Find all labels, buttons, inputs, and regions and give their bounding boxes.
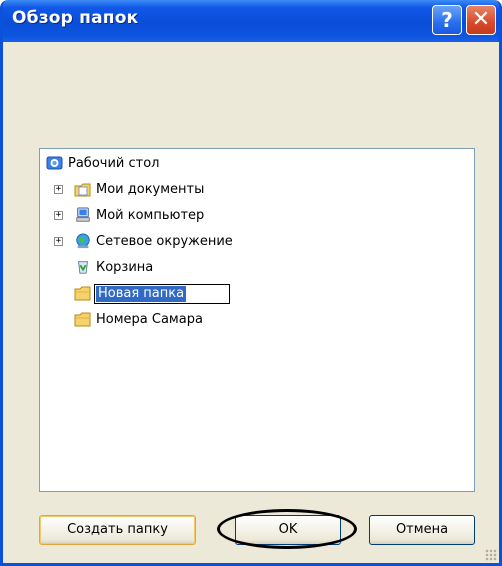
browse-folders-dialog: Обзор папок ? ✕ Рабочий стол + Мои докум… (0, 0, 502, 566)
resize-grip-icon[interactable] (485, 549, 497, 561)
expand-icon[interactable]: + (54, 185, 63, 194)
my-documents-icon (74, 183, 91, 197)
close-button[interactable]: ✕ (466, 5, 496, 35)
expand-icon[interactable]: + (54, 211, 63, 220)
dialog-title: Обзор папок (12, 8, 139, 28)
folder-icon (74, 312, 91, 327)
expand-icon[interactable]: + (54, 237, 63, 246)
tree-item-label: Рабочий стол (68, 156, 160, 171)
tree-item-label: Мои документы (96, 182, 205, 197)
tree-item-label: Сетевое окружение (96, 234, 233, 249)
tree-item-new-folder[interactable]: Новая папка (44, 283, 244, 305)
close-icon: ✕ (471, 7, 491, 32)
tree-item-label: Мой компьютер (96, 208, 205, 223)
cancel-button[interactable]: Отмена (369, 515, 475, 545)
tree-item-recycle-bin[interactable]: Корзина (44, 257, 244, 279)
title-bar[interactable]: Обзор папок ? ✕ (3, 0, 499, 42)
tree-item-network[interactable]: + Сетевое окружение (44, 231, 284, 253)
tree-item-my-documents[interactable]: + Мои документы (44, 179, 264, 201)
tree-item-my-computer[interactable]: + Мой компьютер (44, 205, 264, 227)
tree-item-samara-numbers[interactable]: Номера Самара (44, 309, 264, 331)
recycle-bin-icon (78, 261, 88, 274)
tree-item-label: Корзина (96, 260, 154, 275)
tree-item-label: Номера Самара (96, 312, 203, 327)
my-computer-icon (76, 207, 90, 222)
rename-input[interactable]: Новая папка (94, 284, 230, 304)
folder-tree[interactable]: Рабочий стол + Мои документы + Мой компь… (39, 148, 475, 492)
help-icon: ? (441, 8, 453, 32)
tree-item-desktop[interactable]: Рабочий стол (44, 153, 244, 175)
folder-icon (74, 286, 91, 301)
network-places-icon (76, 233, 90, 249)
create-folder-button[interactable]: Создать папку (39, 515, 196, 545)
ok-button[interactable]: OK (235, 515, 341, 545)
desktop-icon (46, 156, 63, 170)
help-button[interactable]: ? (432, 5, 462, 35)
rename-input-text: Новая папка (96, 286, 187, 302)
